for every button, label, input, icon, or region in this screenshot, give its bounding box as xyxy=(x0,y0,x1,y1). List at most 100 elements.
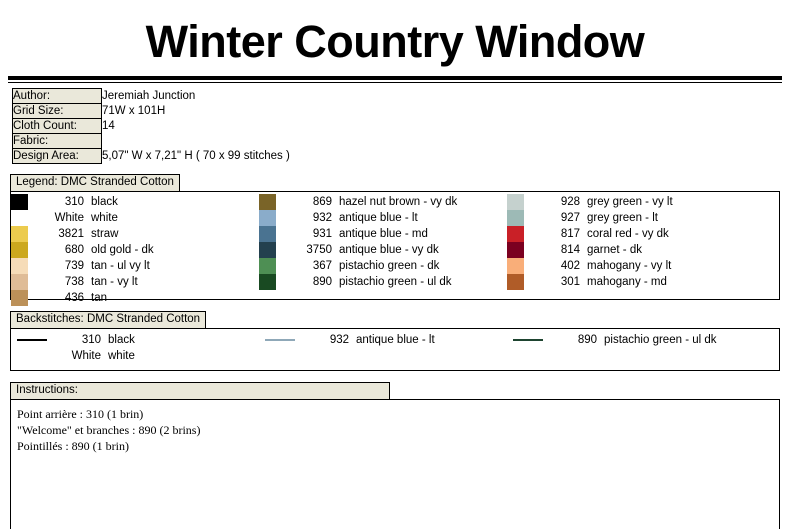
backstitch-line-sample xyxy=(265,339,295,341)
color-swatch xyxy=(507,226,524,242)
info-value: 71W x 101H xyxy=(102,104,166,117)
legend-code: 932 xyxy=(312,212,332,224)
backstitch-color-name: antique blue - lt xyxy=(356,334,435,346)
legend-row: 817 coral red - vy dk xyxy=(507,226,767,242)
backstitch-code: 932 xyxy=(329,334,349,346)
legend-row: 436 tan xyxy=(11,290,259,306)
backstitch-line-cell xyxy=(11,339,55,341)
legend-row: 680 old gold - dk xyxy=(11,242,259,258)
legend-code: White xyxy=(54,212,84,224)
instruction-line: Point arrière : 310 (1 brin) xyxy=(17,407,144,421)
legend-color-name: white xyxy=(91,212,118,224)
info-row: Author: Jeremiah Junction xyxy=(12,88,290,104)
info-row: Design Area: 5,07" W x 7,21" H ( 70 x 99 … xyxy=(12,148,290,164)
legend-column-2: 869 hazel nut brown - vy dk 932 antique blu… xyxy=(259,192,507,299)
backstitch-line-sample xyxy=(17,355,47,357)
info-label: Design Area: xyxy=(12,148,102,164)
legend-row: 927 grey green - lt xyxy=(507,210,767,226)
backstitches-box: 310 black White white 932 antique blue - lt … xyxy=(10,328,780,371)
info-label: Author: xyxy=(12,88,102,104)
legend-row: 738 tan - vy lt xyxy=(11,274,259,290)
backstitch-color-name: black xyxy=(108,334,135,346)
legend-header: Legend: DMC Stranded Cotton xyxy=(10,174,180,192)
color-swatch xyxy=(507,210,524,226)
color-swatch xyxy=(507,242,524,258)
legend-color-name: pistachio green - dk xyxy=(339,260,440,272)
backstitch-row: 890 pistachio green - ul dk xyxy=(507,332,767,348)
legend-code: 402 xyxy=(560,260,580,272)
divider-thin xyxy=(8,82,782,83)
legend-code: 817 xyxy=(560,228,580,240)
instructions-box: Point arrière : 310 (1 brin) "Welcome" et… xyxy=(10,399,780,529)
color-swatch xyxy=(11,226,28,242)
info-label: Cloth Count: xyxy=(12,118,102,134)
legend-code: 367 xyxy=(312,260,332,272)
backstitch-column-2: 932 antique blue - lt xyxy=(259,332,507,370)
legend-row: 932 antique blue - lt xyxy=(259,210,507,226)
title-area: Winter Country Window xyxy=(0,0,790,68)
color-swatch xyxy=(259,210,276,226)
legend-row: White white xyxy=(11,210,259,226)
info-label: Grid Size: xyxy=(12,103,102,119)
backstitches-section: Backstitches: DMC Stranded Cotton 310 bla… xyxy=(10,309,780,371)
legend-row: 3821 straw xyxy=(11,226,259,242)
backstitch-code: White xyxy=(71,350,101,362)
color-swatch xyxy=(507,194,524,210)
info-value xyxy=(102,134,290,149)
legend-color-name: coral red - vy dk xyxy=(587,228,669,240)
legend-column-3: 928 grey green - vy lt 927 grey green - lt 8… xyxy=(507,192,767,299)
info-value: Jeremiah Junction xyxy=(102,89,196,102)
legend-row: 402 mahogany - vy lt xyxy=(507,258,767,274)
legend-code: 890 xyxy=(312,276,332,288)
backstitch-line-cell xyxy=(11,355,55,357)
legend-row: 739 tan - ul vy lt xyxy=(11,258,259,274)
instruction-line: Pointillés : 890 (1 brin) xyxy=(17,439,129,453)
legend-code: 928 xyxy=(560,196,580,208)
info-row: Grid Size: 71W x 101H xyxy=(12,103,290,119)
color-swatch xyxy=(259,274,276,290)
legend-box: 310 black White white 3821 straw 680 old gold -… xyxy=(10,191,780,306)
legend-row: 931 antique blue - md xyxy=(259,226,507,242)
backstitch-row: 310 black xyxy=(11,332,259,348)
legend-color-name: tan - ul vy lt xyxy=(91,260,150,272)
legend-column-1: 310 black White white 3821 straw 680 old gold -… xyxy=(11,192,259,306)
legend-code: 927 xyxy=(560,212,580,224)
legend-code: 301 xyxy=(560,276,580,288)
backstitch-column-1: 310 black White white xyxy=(11,332,259,370)
backstitch-code: 890 xyxy=(577,334,597,346)
legend-color-name: mahogany - vy lt xyxy=(587,260,672,272)
legend-row: 869 hazel nut brown - vy dk xyxy=(259,194,507,210)
backstitch-row: 932 antique blue - lt xyxy=(259,332,507,348)
info-row: Fabric: xyxy=(12,133,290,149)
color-swatch xyxy=(259,258,276,274)
info-value: 5,07" W x 7,21" H ( 70 x 99 stitches ) xyxy=(102,149,290,162)
title-divider xyxy=(8,76,782,83)
legend-color-name: pistachio green - ul dk xyxy=(339,276,452,288)
legend-color-name: old gold - dk xyxy=(91,244,154,256)
pattern-info-table: Author: Jeremiah Junction Grid Size: 71W x … xyxy=(12,88,290,164)
info-value: 14 xyxy=(102,119,115,132)
legend-color-name: antique blue - vy dk xyxy=(339,244,439,256)
backstitch-line-cell xyxy=(507,339,551,341)
legend-color-name: antique blue - lt xyxy=(339,212,418,224)
legend-color-name: grey green - lt xyxy=(587,212,658,224)
legend-code: 3750 xyxy=(306,244,332,256)
backstitch-color-name: pistachio green - ul dk xyxy=(604,334,717,346)
backstitch-column-3: 890 pistachio green - ul dk xyxy=(507,332,767,370)
backstitch-line-sample xyxy=(513,339,543,341)
legend-code: 738 xyxy=(64,276,84,288)
info-label: Fabric: xyxy=(12,133,102,149)
color-swatch xyxy=(259,194,276,210)
legend-row: 928 grey green - vy lt xyxy=(507,194,767,210)
instructions-section: Instructions: Point arrière : 310 (1 bri… xyxy=(10,380,780,529)
color-swatch xyxy=(259,226,276,242)
color-swatch xyxy=(507,258,524,274)
legend-code: 680 xyxy=(64,244,84,256)
legend-color-name: black xyxy=(91,196,118,208)
color-swatch xyxy=(11,290,28,306)
legend-row: 890 pistachio green - ul dk xyxy=(259,274,507,290)
legend-row: 301 mahogany - md xyxy=(507,274,767,290)
backstitches-header: Backstitches: DMC Stranded Cotton xyxy=(10,311,207,329)
legend-color-name: antique blue - md xyxy=(339,228,428,240)
legend-row: 367 pistachio green - dk xyxy=(259,258,507,274)
